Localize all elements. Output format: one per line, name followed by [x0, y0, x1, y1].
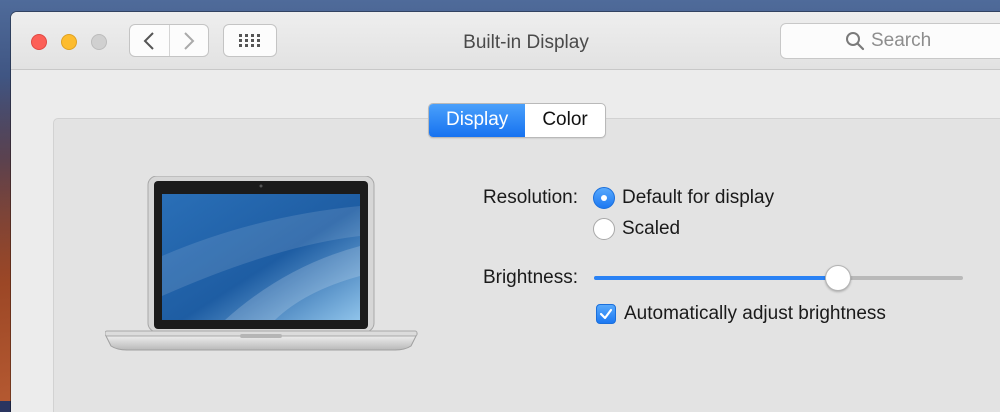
tab-bar: Display Color [428, 103, 606, 138]
scaled-label[interactable]: Scaled [622, 218, 680, 240]
radio-default-for-display[interactable] [593, 187, 615, 209]
auto-brightness-label[interactable]: Automatically adjust brightness [624, 303, 886, 325]
search-input[interactable] [871, 30, 1000, 52]
checkmark-icon [599, 308, 613, 320]
search-icon [846, 32, 865, 51]
radio-scaled[interactable] [593, 218, 615, 240]
brightness-label: Brightness: [482, 267, 578, 288]
brightness-slider-fill [594, 276, 838, 280]
default-for-display-label[interactable]: Default for display [622, 187, 774, 209]
brightness-slider-knob[interactable] [824, 265, 851, 291]
resolution-label: Resolution: [482, 187, 578, 208]
tab-display[interactable]: Display [429, 104, 526, 137]
laptop-illustration [105, 176, 418, 351]
preferences-content: Display Color Resolution: Default for di… [11, 70, 1000, 412]
title-bar: Built-in Display [11, 12, 1000, 70]
search-field[interactable] [780, 23, 1000, 59]
preferences-window: Built-in Display Display Color [11, 12, 1000, 412]
auto-brightness-checkbox[interactable] [596, 304, 616, 324]
tab-color[interactable]: Color [525, 104, 604, 137]
